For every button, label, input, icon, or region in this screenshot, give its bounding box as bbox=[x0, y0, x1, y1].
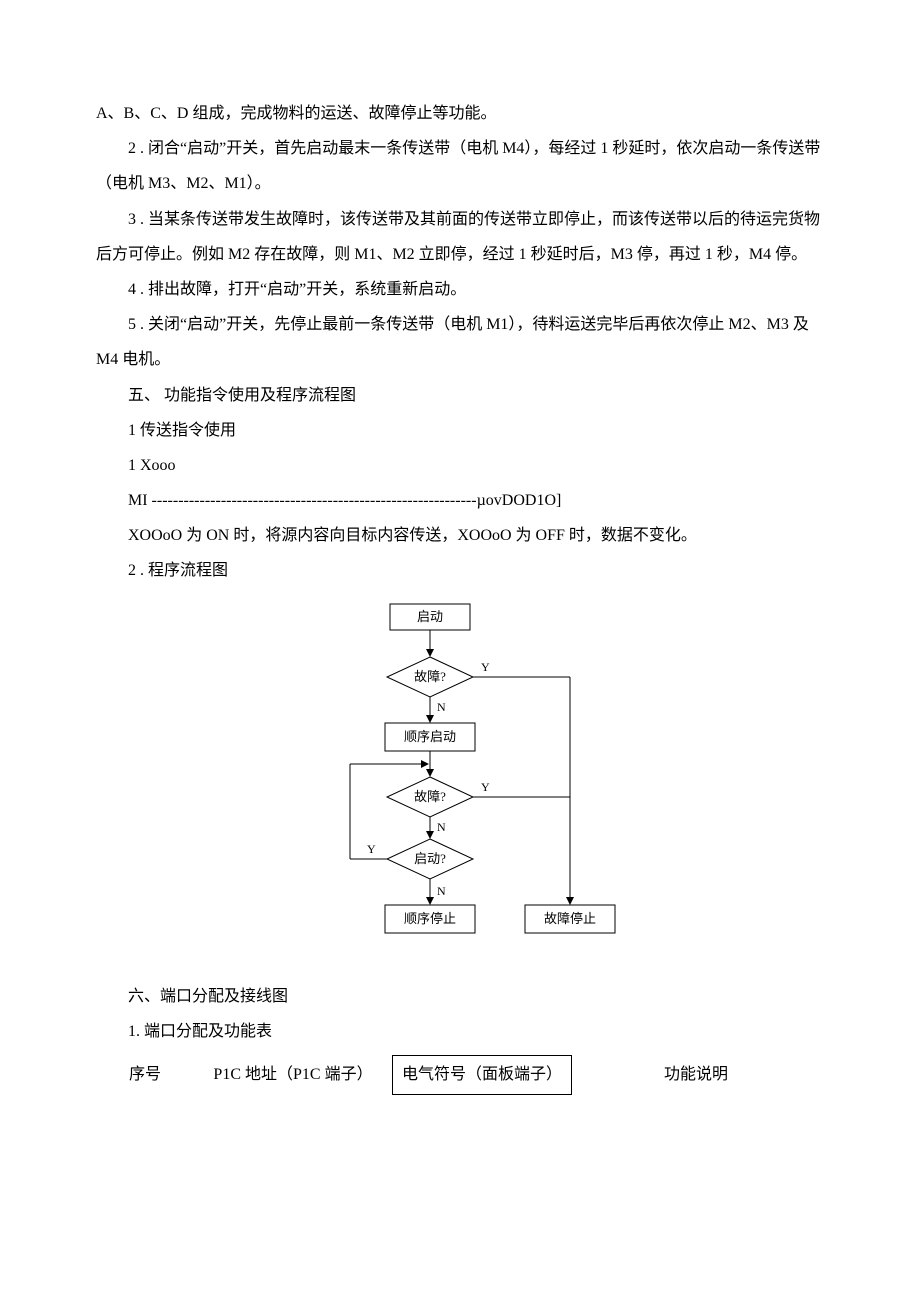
flow-y-2: Y bbox=[481, 780, 490, 794]
line-mi: MI -------------------------------------… bbox=[96, 483, 824, 518]
flow-y-1: Y bbox=[481, 660, 490, 674]
flow-fault-stop: 故障停止 bbox=[544, 911, 596, 926]
paragraph-1: A、B、C、D 组成，完成物料的运送、故障停止等功能。 bbox=[96, 96, 824, 131]
flow-y-3: Y bbox=[367, 842, 376, 856]
flow-start: 启动 bbox=[417, 609, 443, 624]
flowchart-diagram: 启动 故障? Y N 顺序启动 故障? Y N 启动? Y N 顺序停止 故障停… bbox=[295, 599, 625, 959]
flow-n-2: N bbox=[437, 820, 446, 834]
line-xooo: 1 Xooo bbox=[96, 448, 824, 483]
subheading-6-1: 1. 端口分配及功能表 bbox=[96, 1014, 824, 1049]
paragraph-6: XOOoO 为 ON 时，将源内容向目标内容传送，XOOoO 为 OFF 时，数… bbox=[96, 518, 824, 553]
port-col-2: P1C 地址（P1C 端子） bbox=[194, 1056, 393, 1095]
heading-5: 五、 功能指令使用及程序流程图 bbox=[96, 378, 824, 413]
port-col-1: 序号 bbox=[96, 1056, 194, 1095]
port-table: 序号 P1C 地址（P1C 端子） 电气符号（面板端子） 功能说明 bbox=[96, 1055, 820, 1095]
heading-6: 六、端口分配及接线图 bbox=[96, 979, 824, 1014]
paragraph-5: 5 . 关闭“启动”开关，先停止最前一条传送带（电机 M1），待料运送完毕后再依… bbox=[96, 307, 824, 377]
flow-n-1: N bbox=[437, 700, 446, 714]
flow-fault-1: 故障? bbox=[414, 669, 446, 684]
paragraph-3: 3 . 当某条传送带发生故障时，该传送带及其前面的传送带立即停止，而该传送带以后… bbox=[96, 202, 824, 272]
port-col-4: 功能说明 bbox=[572, 1056, 821, 1095]
paragraph-4: 4 . 排出故障，打开“启动”开关，系统重新启动。 bbox=[96, 272, 824, 307]
flow-n-3: N bbox=[437, 884, 446, 898]
flow-fault-2: 故障? bbox=[414, 789, 446, 804]
port-col-3: 电气符号（面板端子） bbox=[393, 1056, 572, 1095]
flow-seq-start: 顺序启动 bbox=[404, 729, 456, 744]
flow-seq-stop: 顺序停止 bbox=[404, 911, 456, 926]
subheading-1: 1 传送指令使用 bbox=[96, 413, 824, 448]
subheading-2: 2 . 程序流程图 bbox=[96, 553, 824, 588]
paragraph-2: 2 . 闭合“启动”开关，首先启动最末一条传送带（电机 M4），每经过 1 秒延… bbox=[96, 131, 824, 201]
flow-start-q: 启动? bbox=[414, 851, 446, 866]
